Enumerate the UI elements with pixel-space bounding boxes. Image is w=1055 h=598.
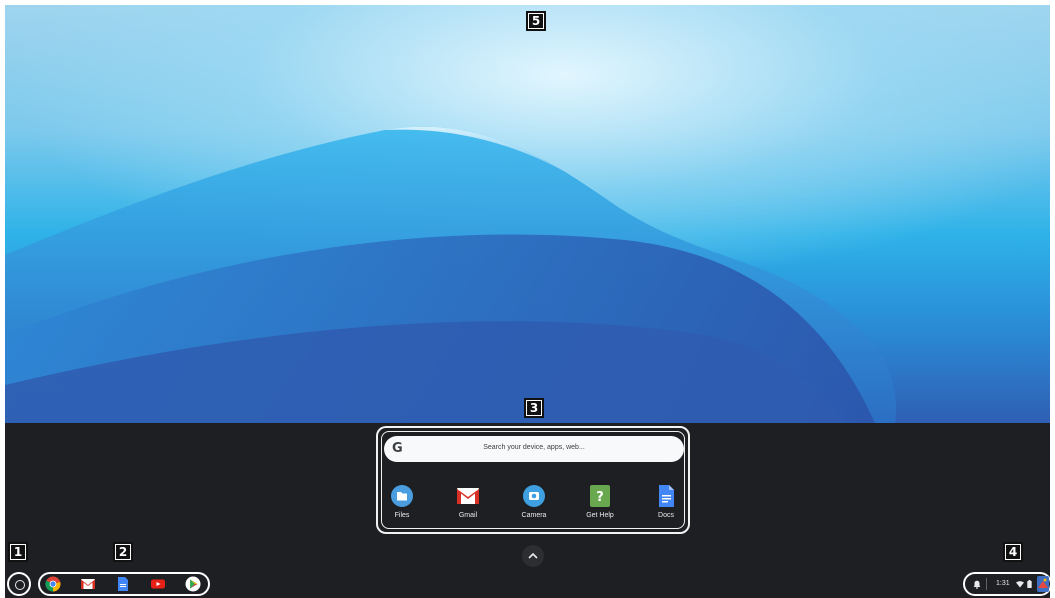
get-help-icon: ? (590, 485, 610, 507)
launcher-button[interactable] (7, 572, 31, 596)
launcher-circle-icon (15, 580, 25, 590)
app-tile-docs[interactable]: Docs (641, 484, 691, 528)
tray-divider (986, 578, 987, 590)
annotation-badge-1: 1 (8, 542, 28, 562)
shelf-pinned-apps (38, 572, 210, 596)
chrome-icon[interactable] (45, 576, 61, 592)
play-store-icon[interactable] (185, 576, 201, 592)
app-label-docs: Docs (658, 512, 674, 519)
annotation-badge-5: 5 (526, 11, 546, 31)
battery-icon (1027, 580, 1032, 588)
launcher-search-box[interactable]: G Search your device, apps, web... (384, 436, 684, 462)
annotation-badge-2: 2 (113, 542, 133, 562)
files-icon (391, 485, 413, 507)
expand-launcher-button[interactable] (522, 545, 544, 567)
annotation-badge-4: 4 (1003, 542, 1023, 562)
status-tray[interactable]: 1:31 (963, 572, 1052, 596)
notification-bell-icon (973, 580, 981, 589)
wallpaper-wave (5, 126, 897, 423)
app-tile-get-help[interactable]: ? Get Help (575, 484, 625, 528)
app-label-gmail: Gmail (458, 512, 478, 519)
desktop-wallpaper[interactable] (5, 5, 1050, 423)
youtube-icon[interactable] (150, 576, 166, 592)
docs-icon (659, 485, 674, 507)
gmail-icon (457, 488, 479, 504)
gmail-icon[interactable] (80, 576, 96, 592)
app-label-camera: Camera (521, 512, 547, 519)
annotation-badge-3: 3 (524, 398, 544, 418)
chevron-up-icon (528, 552, 538, 559)
app-tile-gmail[interactable]: Gmail (443, 484, 493, 528)
app-label-get-help: Get Help (586, 512, 614, 519)
chromeos-screen: G Search your device, apps, web... Files… (0, 0, 1055, 598)
wifi-icon (1016, 581, 1024, 588)
tray-clock: 1:31 (996, 580, 1010, 587)
app-tile-camera[interactable]: Camera (509, 484, 559, 528)
svg-text:?: ? (596, 490, 604, 505)
search-placeholder: Search your device, apps, web... (483, 444, 585, 451)
camera-icon (523, 485, 545, 507)
user-avatar-icon (1037, 576, 1049, 592)
app-label-files: Files (394, 512, 410, 519)
docs-icon[interactable] (115, 576, 131, 592)
app-tile-files[interactable]: Files (377, 484, 427, 528)
